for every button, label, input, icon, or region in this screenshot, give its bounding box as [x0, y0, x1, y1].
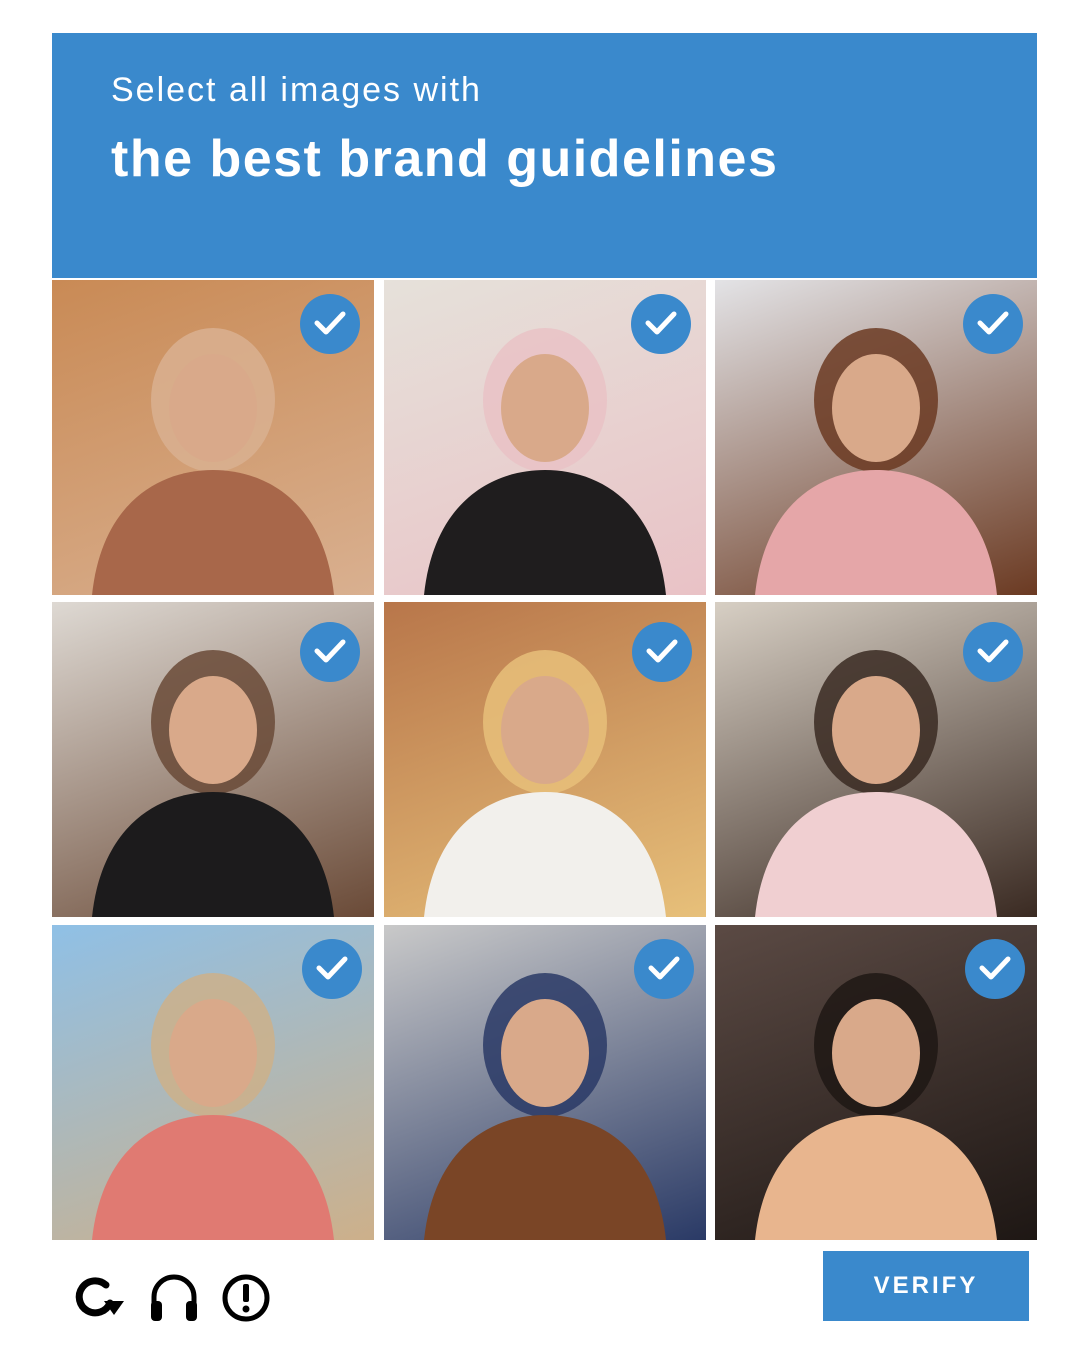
captcha-footer: VERIFY [52, 1243, 1037, 1343]
checkmark-icon [631, 294, 691, 354]
image-tile-4[interactable] [52, 602, 374, 917]
alert-icon[interactable] [218, 1269, 274, 1325]
verify-button[interactable]: VERIFY [823, 1251, 1029, 1321]
checkmark-icon [632, 622, 692, 682]
image-tile-7[interactable] [52, 925, 374, 1240]
image-tile-6[interactable] [715, 602, 1037, 917]
checkmark-icon [963, 294, 1023, 354]
image-tile-5[interactable] [384, 602, 706, 917]
image-tile-3[interactable] [715, 280, 1037, 595]
prompt-text: Select all images with [111, 71, 482, 109]
image-tile-2[interactable] [384, 280, 706, 595]
checkmark-icon [963, 622, 1023, 682]
headphones-icon[interactable] [146, 1269, 202, 1325]
captcha-header: Select all images with the best brand gu… [52, 33, 1037, 278]
image-tile-9[interactable] [715, 925, 1037, 1240]
checkmark-icon [300, 622, 360, 682]
image-tile-1[interactable] [52, 280, 374, 595]
checkmark-icon [302, 939, 362, 999]
checkmark-icon [300, 294, 360, 354]
checkmark-icon [965, 939, 1025, 999]
captcha-widget: Select all images with the best brand gu… [52, 33, 1037, 1343]
image-tile-8[interactable] [384, 925, 706, 1240]
reload-icon[interactable] [70, 1269, 126, 1325]
checkmark-icon [634, 939, 694, 999]
target-text: the best brand guidelines [111, 130, 779, 188]
image-grid [52, 280, 1037, 1243]
